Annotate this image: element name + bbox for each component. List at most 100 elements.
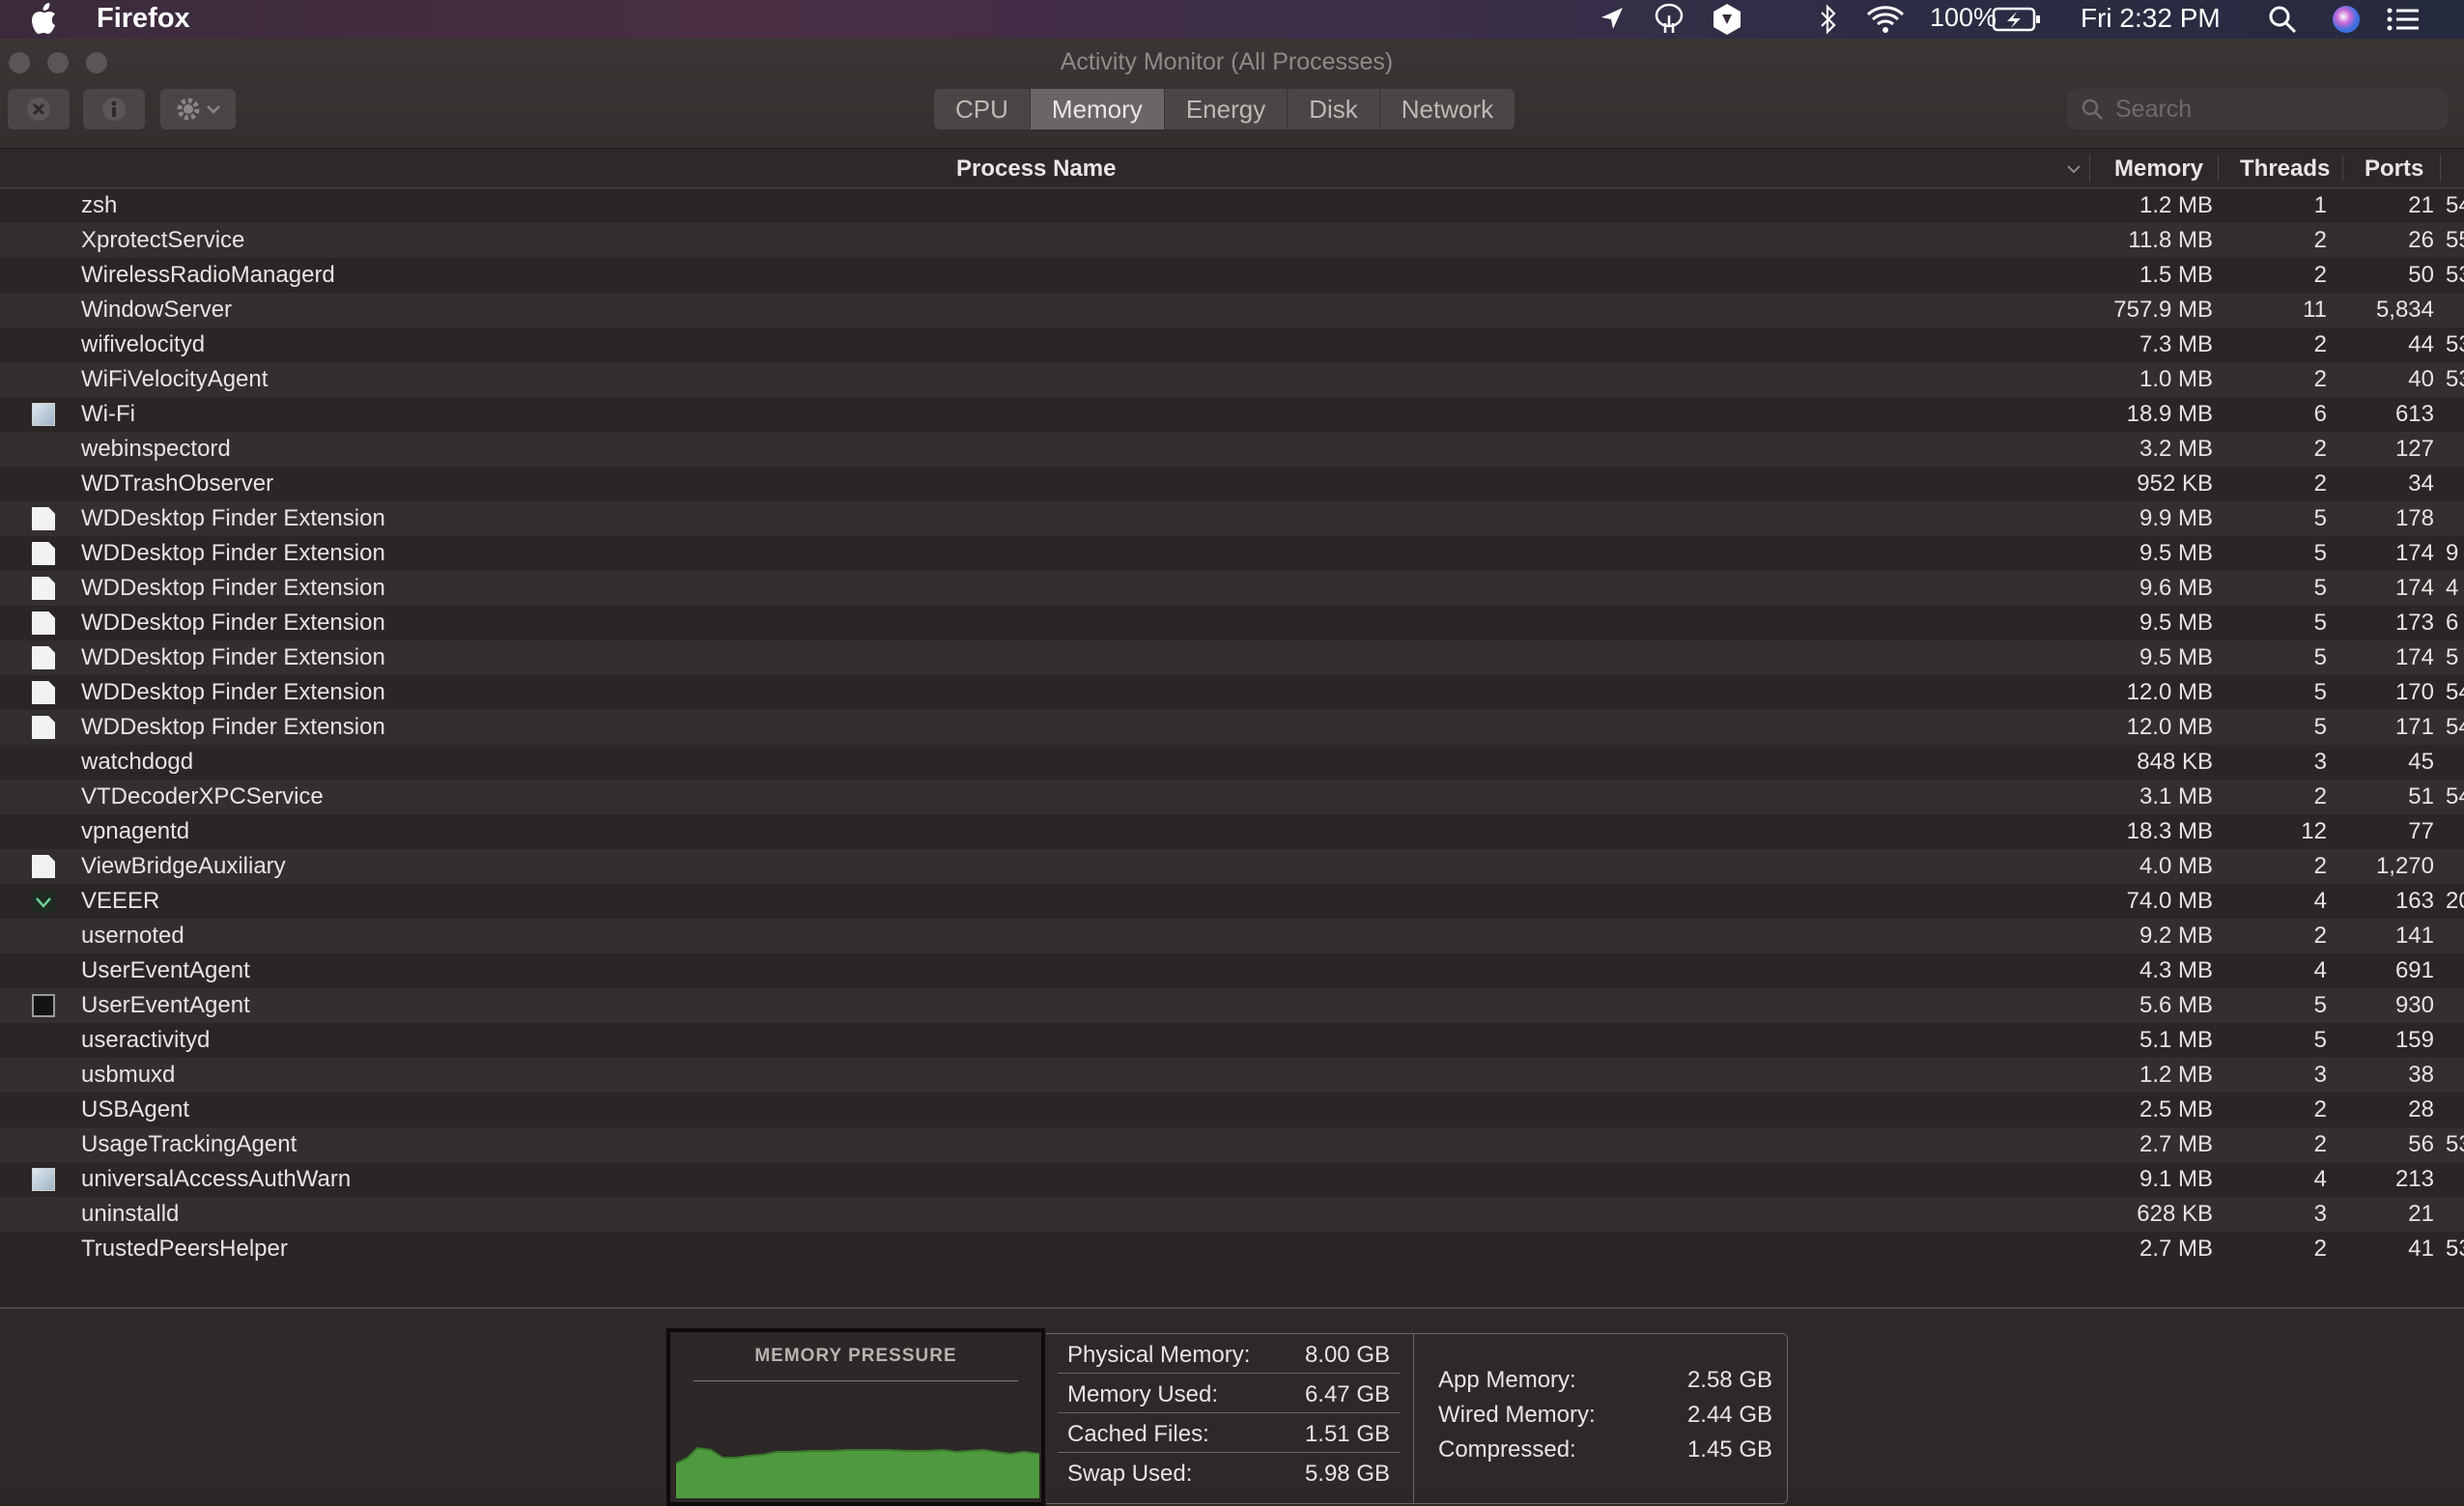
ports-value: 21 xyxy=(2408,1201,2434,1227)
memory-value: 9.5 MB xyxy=(2138,644,2213,670)
table-row[interactable]: UserEventAgent 5.6 MB 5 930 xyxy=(0,988,2464,1023)
pressure-chart xyxy=(676,1446,1039,1498)
column-divider[interactable] xyxy=(2342,155,2343,182)
process-name: usbmuxd xyxy=(81,1062,176,1088)
table-row[interactable]: XprotectService 11.8 MB 2 26 55 xyxy=(0,223,2464,258)
table-row[interactable]: VTDecoderXPCService 3.1 MB 2 51 54 xyxy=(0,780,2464,814)
table-row[interactable]: vpnagentd 18.3 MB 12 77 xyxy=(0,814,2464,849)
table-row[interactable]: webinspectord 3.2 MB 2 127 xyxy=(0,432,2464,467)
table-row[interactable]: VEEER 74.0 MB 4 163 20 xyxy=(0,884,2464,919)
memory-value: 18.9 MB xyxy=(2126,401,2213,427)
chevron-down-icon xyxy=(207,105,220,114)
spotlight-search-icon[interactable] xyxy=(2268,5,2297,34)
table-row[interactable]: USBAgent 2.5 MB 2 28 xyxy=(0,1093,2464,1127)
table-row[interactable]: UserEventAgent 4.3 MB 4 691 xyxy=(0,953,2464,988)
cached-files-value: 1.51 GB xyxy=(1304,1421,1390,1447)
menu-clock[interactable]: Fri 2:32 PM xyxy=(2081,3,2221,34)
table-row[interactable]: Wi-Fi 18.9 MB 6 613 xyxy=(0,397,2464,432)
tab-network[interactable]: Network xyxy=(1380,89,1515,129)
location-arrow-icon[interactable] xyxy=(1600,6,1625,31)
ports-value: 163 xyxy=(2394,888,2434,914)
column-process-name[interactable]: Process Name xyxy=(956,156,1116,183)
battery-percent[interactable]: 100% xyxy=(1930,3,1997,33)
table-row[interactable]: UsageTrackingAgent 2.7 MB 2 56 53 xyxy=(0,1127,2464,1162)
process-name: WindowServer xyxy=(81,297,233,323)
tab-memory[interactable]: Memory xyxy=(1030,89,1165,129)
table-row[interactable]: WDDesktop Finder Extension 9.5 MB 5 174 5 xyxy=(0,640,2464,675)
elephant-icon[interactable] xyxy=(1652,2,1686,35)
bluetooth-icon[interactable] xyxy=(1819,4,1838,35)
ports-value: 26 xyxy=(2408,227,2434,253)
app-memory-label: App Memory: xyxy=(1438,1367,1576,1393)
column-memory[interactable]: Memory xyxy=(2114,156,2203,183)
ports-value: 44 xyxy=(2408,331,2434,357)
table-row[interactable]: WDDesktop Finder Extension 9.5 MB 5 173 6 xyxy=(0,606,2464,640)
table-row[interactable]: WDDesktop Finder Extension 9.9 MB 5 178 xyxy=(0,501,2464,536)
table-row[interactable]: usernoted 9.2 MB 2 141 xyxy=(0,919,2464,953)
memory-stats: Physical Memory: 8.00 GB Memory Used: 6.… xyxy=(1046,1333,1788,1504)
column-divider[interactable] xyxy=(2218,155,2219,182)
tab-energy[interactable]: Energy xyxy=(1165,89,1289,129)
table-row[interactable]: WDTrashObserver 952 KB 2 34 xyxy=(0,467,2464,501)
app-name[interactable]: Firefox xyxy=(97,3,190,35)
table-row[interactable]: WDDesktop Finder Extension 9.6 MB 5 174 4 xyxy=(0,571,2464,606)
memory-value: 2.5 MB xyxy=(2138,1096,2213,1122)
process-name: WDDesktop Finder Extension xyxy=(81,540,385,566)
hexagon-app-icon[interactable] xyxy=(1712,3,1742,36)
wifi-icon[interactable] xyxy=(1866,5,1905,34)
cached-files-row: Cached Files: 1.51 GB xyxy=(1058,1413,1400,1453)
threads-value: 2 xyxy=(2313,470,2327,497)
truncated-column-value: 5 xyxy=(2446,644,2459,670)
threads-value: 4 xyxy=(2313,888,2327,914)
memory-value: 1.0 MB xyxy=(2138,366,2213,392)
process-name: WirelessRadioManagerd xyxy=(81,262,335,288)
table-row[interactable]: watchdogd 848 KB 3 45 xyxy=(0,745,2464,780)
search-field[interactable] xyxy=(2067,89,2448,129)
table-row[interactable]: zsh 1.2 MB 1 21 54 xyxy=(0,188,2464,223)
notification-center-icon[interactable] xyxy=(2386,6,2421,33)
sort-chevron-icon[interactable] xyxy=(2065,162,2082,176)
table-row[interactable]: WDDesktop Finder Extension 12.0 MB 5 170 54 xyxy=(0,675,2464,710)
action-menu-button[interactable] xyxy=(160,89,236,129)
memory-stats-left: Physical Memory: 8.00 GB Memory Used: 6.… xyxy=(1058,1334,1400,1492)
table-row[interactable]: WDDesktop Finder Extension 12.0 MB 5 171 54 xyxy=(0,710,2464,745)
threads-value: 5 xyxy=(2313,540,2327,566)
ports-value: 159 xyxy=(2394,1027,2434,1053)
process-name: TrustedPeersHelper xyxy=(81,1236,288,1262)
table-row[interactable]: ViewBridgeAuxiliary 4.0 MB 2 1,270 xyxy=(0,849,2464,884)
table-row[interactable]: uninstalld 628 KB 3 21 xyxy=(0,1197,2464,1232)
table-row[interactable]: WDDesktop Finder Extension 9.5 MB 5 174 9 xyxy=(0,536,2464,571)
table-row[interactable]: wifivelocityd 7.3 MB 2 44 53 xyxy=(0,327,2464,362)
siri-icon[interactable] xyxy=(2331,4,2362,35)
ports-value: 41 xyxy=(2408,1236,2434,1262)
memory-value: 5.1 MB xyxy=(2138,1027,2213,1053)
search-input[interactable] xyxy=(2113,94,2426,125)
cached-files-label: Cached Files: xyxy=(1067,1421,1209,1447)
table-row[interactable]: useractivityd 5.1 MB 5 159 xyxy=(0,1023,2464,1058)
view-tabs: CPU Memory Energy Disk Network xyxy=(934,89,1515,129)
tab-cpu[interactable]: CPU xyxy=(934,89,1031,129)
memory-value: 4.3 MB xyxy=(2138,957,2213,983)
threads-value: 6 xyxy=(2313,401,2327,427)
wired-memory-label: Wired Memory: xyxy=(1438,1402,1596,1428)
table-row[interactable]: WiFiVelocityAgent 1.0 MB 2 40 53 xyxy=(0,362,2464,397)
process-list[interactable]: zsh1.2 MB12154XprotectService11.8 MB2265… xyxy=(0,188,2464,1307)
table-row[interactable]: usbmuxd 1.2 MB 3 38 xyxy=(0,1058,2464,1093)
process-name: WDDesktop Finder Extension xyxy=(81,679,385,705)
column-threads[interactable]: Threads xyxy=(2240,156,2330,183)
table-row[interactable]: universalAccessAuthWarn 9.1 MB 4 213 xyxy=(0,1162,2464,1197)
tab-disk[interactable]: Disk xyxy=(1288,89,1380,129)
table-row[interactable]: TrustedPeersHelper 2.7 MB 2 41 53 xyxy=(0,1232,2464,1266)
table-row[interactable]: WirelessRadioManagerd 1.5 MB 2 50 53 xyxy=(0,258,2464,293)
memory-value: 11.8 MB xyxy=(2128,227,2213,253)
table-row[interactable]: WindowServer 757.9 MB 11 5,834 xyxy=(0,293,2464,327)
apple-icon[interactable] xyxy=(29,2,58,35)
stop-process-button[interactable] xyxy=(8,89,70,129)
inspect-process-button[interactable] xyxy=(83,89,145,129)
battery-charging-icon[interactable] xyxy=(1992,6,2042,33)
column-divider[interactable] xyxy=(2440,155,2441,182)
column-ports[interactable]: Ports xyxy=(2365,156,2423,183)
ports-value: 178 xyxy=(2394,505,2434,531)
column-divider[interactable] xyxy=(2089,155,2090,182)
memory-value: 3.1 MB xyxy=(2138,783,2213,810)
